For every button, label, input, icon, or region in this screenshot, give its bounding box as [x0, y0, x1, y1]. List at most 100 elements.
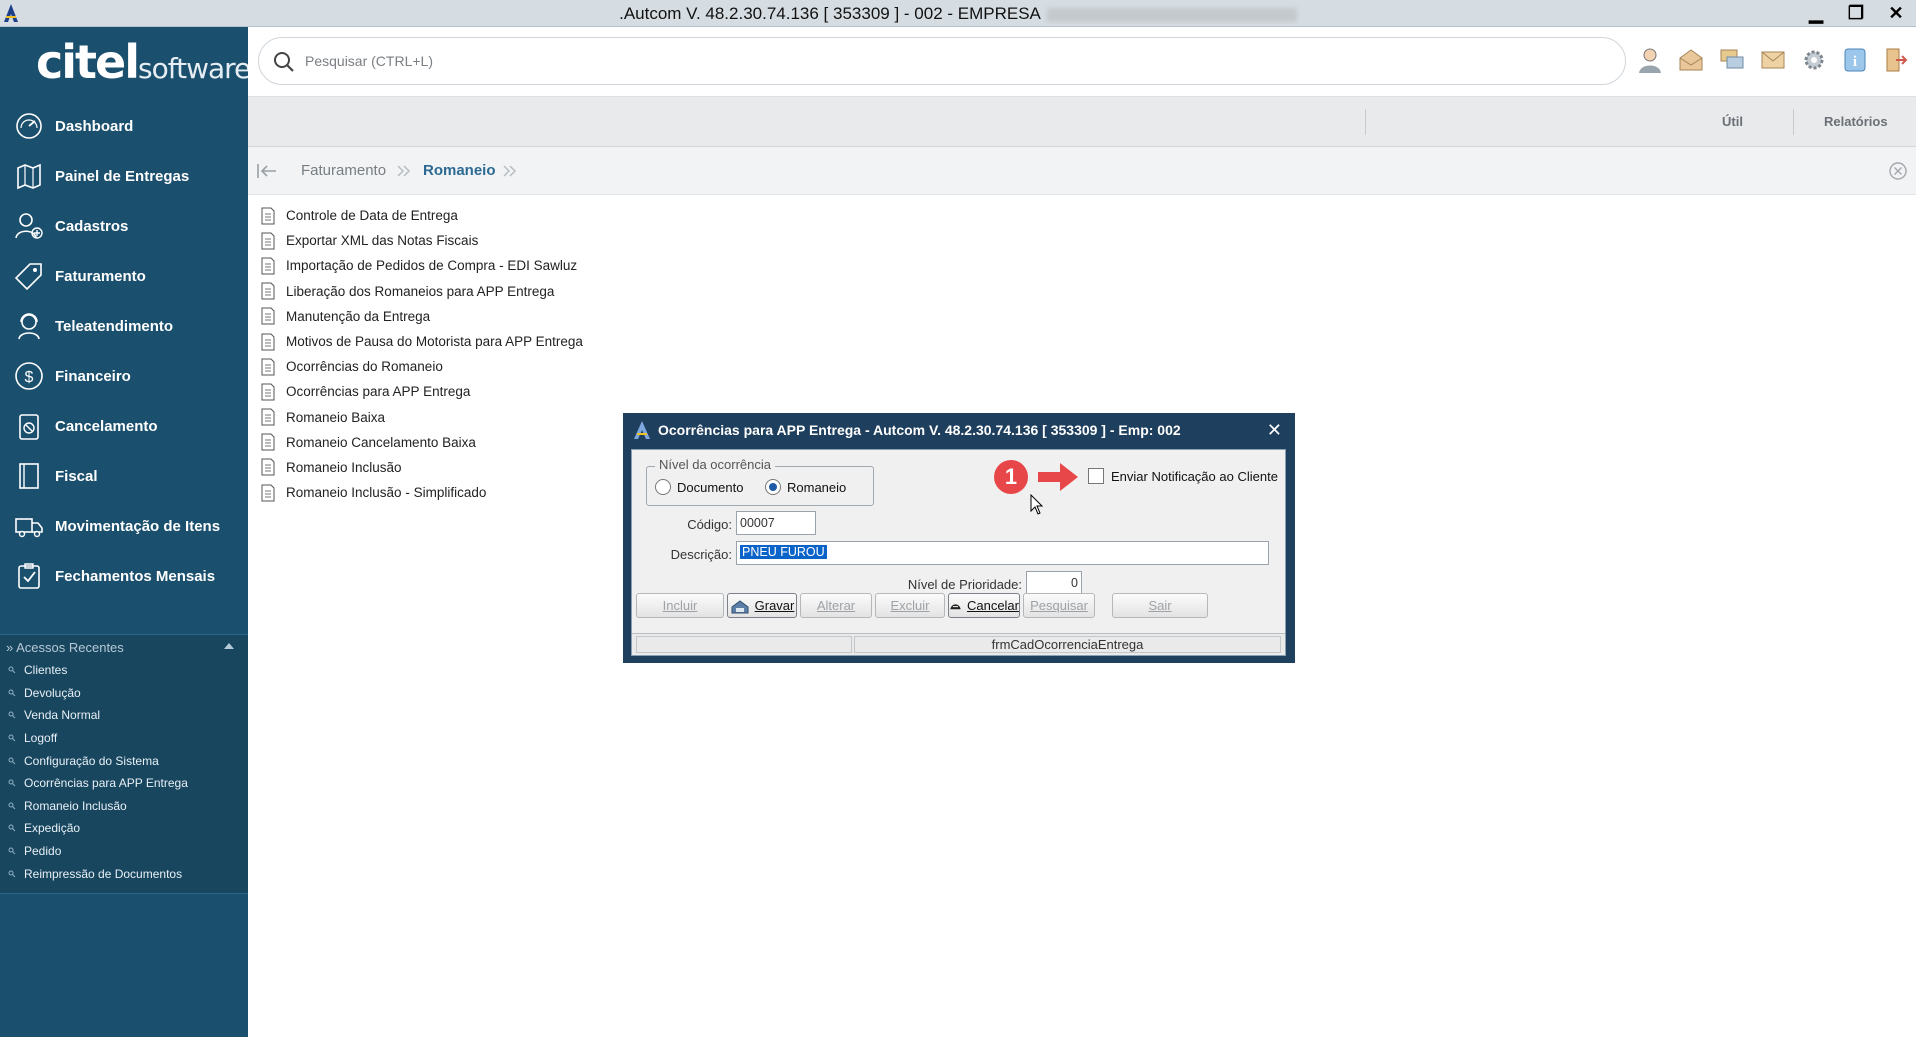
- close-circle-icon[interactable]: [1888, 161, 1908, 181]
- headset-icon: [14, 311, 44, 341]
- search-box[interactable]: [258, 37, 1626, 85]
- sidebar-nav: Dashboard Painel de Entregas Cadastros F…: [0, 101, 248, 601]
- sidebar-item-label: Dashboard: [55, 117, 134, 135]
- list-item[interactable]: Romaneio Cancelamento Baixa: [260, 430, 583, 455]
- list-item[interactable]: Romaneio Baixa: [260, 405, 583, 430]
- sidebar-item-teleatendimento[interactable]: Teleatendimento: [0, 301, 248, 351]
- search-input[interactable]: [305, 49, 1205, 73]
- dialog-close-button[interactable]: ✕: [1267, 420, 1282, 441]
- status-cell: [636, 636, 852, 653]
- document-icon: [261, 484, 275, 502]
- menu-util[interactable]: Útil: [1722, 114, 1743, 129]
- radio-circle-selected[interactable]: [765, 479, 781, 495]
- nivel-ocorrencia-legend: Nível da ocorrência: [655, 457, 775, 472]
- recent-access-header[interactable]: » Acessos Recentes: [0, 635, 248, 659]
- pesquisar-button[interactable]: Pesquisar: [1023, 593, 1095, 618]
- save-icon: [731, 599, 749, 613]
- cancelar-button[interactable]: Cancelar: [948, 593, 1020, 618]
- incluir-button[interactable]: Incluir: [636, 593, 724, 618]
- dialog-title: Ocorrências para APP Entrega - Autcom V.…: [658, 422, 1181, 438]
- gear-icon[interactable]: [1793, 44, 1834, 76]
- envelope-open-icon[interactable]: [1670, 44, 1711, 76]
- dialog-statusbar: frmCadOcorrenciaEntrega: [632, 633, 1285, 655]
- sidebar-item-cancelamento[interactable]: Cancelamento: [0, 401, 248, 451]
- menu-bar: Útil Relatórios: [248, 97, 1916, 147]
- mail-icon[interactable]: [1752, 44, 1793, 76]
- recent-item-clientes[interactable]: Clientes: [0, 659, 248, 682]
- key-icon: [8, 734, 16, 742]
- sidebar-item-faturamento[interactable]: Faturamento: [0, 251, 248, 301]
- info-icon[interactable]: i: [1834, 44, 1875, 76]
- document-icon: [261, 383, 275, 401]
- book-icon: [14, 461, 44, 491]
- user-add-icon: [14, 211, 44, 241]
- list-item[interactable]: Romaneio Inclusão: [260, 455, 583, 480]
- sidebar-item-cadastros[interactable]: Cadastros: [0, 201, 248, 251]
- codigo-input[interactable]: [736, 511, 816, 535]
- document-icon: [261, 282, 275, 300]
- gravar-button[interactable]: Gravar: [727, 593, 797, 618]
- breadcrumb-romaneio[interactable]: Romaneio: [423, 162, 496, 179]
- radio-romaneio[interactable]: Romaneio: [765, 479, 846, 495]
- dialog-body: Nível da ocorrência Documento Romaneio 1…: [631, 449, 1286, 656]
- list-item[interactable]: Liberação dos Romaneios para APP Entrega: [260, 279, 583, 304]
- document-icon: [261, 458, 275, 476]
- excluir-button[interactable]: Excluir: [875, 593, 945, 618]
- document-icon: [261, 333, 275, 351]
- user-profile-icon[interactable]: [1629, 44, 1670, 76]
- breadcrumb: Faturamento Romaneio: [248, 147, 1916, 195]
- restore-button[interactable]: ❐: [1836, 0, 1876, 27]
- close-window-button[interactable]: ✕: [1876, 0, 1916, 27]
- collapse-triangle-icon[interactable]: [224, 643, 234, 649]
- recent-item-expedicao[interactable]: Expedição: [0, 817, 248, 840]
- enviar-notificacao-checkbox[interactable]: Enviar Notificação ao Cliente: [1088, 468, 1278, 484]
- sidebar-item-dashboard[interactable]: Dashboard: [0, 101, 248, 151]
- alterar-button[interactable]: Alterar: [800, 593, 872, 618]
- prioridade-input[interactable]: [1026, 571, 1082, 595]
- sidebar-item-movimentacao-itens[interactable]: Movimentação de Itens: [0, 501, 248, 551]
- list-item[interactable]: Exportar XML das Notas Fiscais: [260, 228, 583, 253]
- exit-icon[interactable]: [1875, 44, 1916, 76]
- sair-button[interactable]: Sair: [1112, 593, 1208, 618]
- recent-item-configuracao[interactable]: Configuração do Sistema: [0, 749, 248, 772]
- gauge-icon: [14, 111, 44, 141]
- recent-item-ocorrencias-app[interactable]: Ocorrências para APP Entrega: [0, 772, 248, 795]
- key-icon: [8, 847, 16, 855]
- sidebar-item-fiscal[interactable]: Fiscal: [0, 451, 248, 501]
- sidebar-item-fechamentos-mensais[interactable]: Fechamentos Mensais: [0, 551, 248, 601]
- list-item[interactable]: Manutenção da Entrega: [260, 304, 583, 329]
- list-item[interactable]: Romaneio Inclusão - Simplificado: [260, 480, 583, 505]
- sidebar-item-label: Cadastros: [55, 217, 129, 235]
- sidebar-item-label: Faturamento: [55, 267, 146, 285]
- back-arrow-icon[interactable]: [256, 162, 278, 180]
- minimize-button[interactable]: ▁: [1796, 0, 1836, 27]
- list-item[interactable]: Ocorrências para APP Entrega: [260, 379, 583, 404]
- recent-item-reimpressao[interactable]: Reimpressão de Documentos: [0, 862, 248, 885]
- menu-relatorios[interactable]: Relatórios: [1824, 114, 1888, 129]
- list-item[interactable]: Ocorrências do Romaneio: [260, 354, 583, 379]
- recent-item-romaneio-inclusao[interactable]: Romaneio Inclusão: [0, 795, 248, 818]
- sidebar-item-painel-entregas[interactable]: Painel de Entregas: [0, 151, 248, 201]
- list-item[interactable]: Controle de Data de Entrega: [260, 203, 583, 228]
- list-item[interactable]: Importação de Pedidos de Compra - EDI Sa…: [260, 253, 583, 278]
- list-item[interactable]: Motivos de Pausa do Motorista para APP E…: [260, 329, 583, 354]
- sidebar-item-label: Movimentação de Itens: [55, 517, 221, 535]
- sidebar-item-financeiro[interactable]: $ Financeiro: [0, 351, 248, 401]
- ocorrencias-dialog: Ocorrências para APP Entrega - Autcom V.…: [623, 413, 1295, 663]
- document-icon: [261, 433, 275, 451]
- recent-item-pedido[interactable]: Pedido: [0, 840, 248, 863]
- recent-item-logoff[interactable]: Logoff: [0, 727, 248, 750]
- sidebar-item-label: Fechamentos Mensais: [55, 567, 216, 585]
- chevron-right-icon: [397, 165, 411, 177]
- descricao-input[interactable]: PNEU FUROU: [736, 541, 1269, 565]
- document-icon: [261, 358, 275, 376]
- chat-messages-icon[interactable]: [1711, 44, 1752, 76]
- checkbox-box[interactable]: [1088, 468, 1104, 484]
- recent-item-devolucao[interactable]: Devolução: [0, 682, 248, 705]
- document-icon: [261, 307, 275, 325]
- radio-documento[interactable]: Documento: [655, 479, 743, 495]
- citel-logo: citelsoftware: [36, 35, 251, 89]
- radio-circle[interactable]: [655, 479, 671, 495]
- recent-item-venda-normal[interactable]: Venda Normal: [0, 704, 248, 727]
- breadcrumb-faturamento[interactable]: Faturamento: [301, 162, 386, 179]
